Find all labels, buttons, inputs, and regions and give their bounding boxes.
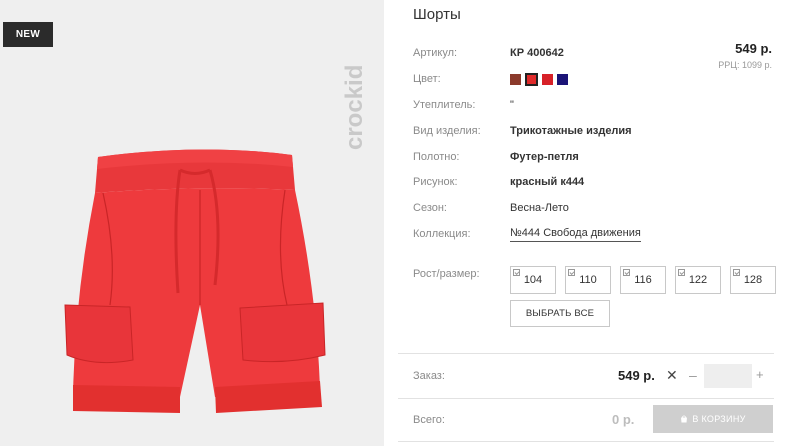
order-price: 549 р. [618,368,655,383]
product-price: 549 р. [735,41,772,56]
attr-pattern: Рисунок: красный к444 [413,174,584,190]
add-to-cart-label: В КОРЗИНУ [692,414,746,424]
attr-label: Полотно: [413,151,460,163]
attr-label: Рисунок: [413,176,458,188]
color-swatch-navy[interactable] [557,73,568,85]
size-label: 104 [523,274,543,286]
collection-link[interactable]: №444 Свобода движения [510,227,641,242]
size-checkbox[interactable] [678,269,685,276]
recommended-retail-price: РРЦ: 1099 р. [718,60,772,70]
sizes-row: Рост/размер: [413,266,510,282]
size-option-104[interactable]: 104 [510,266,556,294]
increase-quantity-button[interactable]: + [756,367,764,382]
attr-value: " [510,99,514,111]
attr-label: Артикул: [413,47,458,59]
attr-insulation: Утеплитель: " [413,97,514,113]
size-label: 128 [743,274,763,286]
attr-label: Сезон: [413,202,447,214]
size-label: 122 [688,274,708,286]
attr-color: Цвет: [413,71,568,87]
divider [398,441,774,442]
size-checkbox[interactable] [513,269,520,276]
size-options: 104 110 116 122 128 [510,266,776,294]
brand-logo-text: crockid [341,65,368,150]
size-checkbox[interactable] [623,269,630,276]
attr-fabric: Полотно: Футер-петля [413,149,579,165]
attr-value: Трикотажные изделия [510,125,632,137]
attr-article: Артикул: КР 400642 [413,45,564,61]
attr-value: КР 400642 [510,47,564,59]
size-label: 110 [579,274,597,286]
size-checkbox[interactable] [733,269,740,276]
product-photo: NEW crockid [0,0,384,446]
sizes-label: Рост/размер: [413,268,480,280]
size-checkbox[interactable] [568,269,575,276]
attr-collection: Коллекция: №444 Свобода движения [413,226,641,242]
order-label: Заказ: [413,370,445,382]
attr-label: Утеплитель: [413,99,476,111]
select-all-button[interactable]: ВЫБРАТЬ ВСЕ [510,300,610,327]
attr-label: Цвет: [413,73,441,85]
attr-label: Вид изделия: [413,125,481,137]
total-value: 0 р. [612,412,635,427]
color-swatch-red[interactable] [542,73,553,85]
attr-label: Коллекция: [413,228,471,240]
new-badge: NEW [3,22,53,47]
total-label: Всего: [413,414,445,426]
divider [398,398,774,399]
attr-value: красный к444 [510,176,585,188]
add-to-cart-button[interactable]: В КОРЗИНУ [653,405,773,433]
color-swatches [510,72,568,86]
shopping-bag-icon [681,415,688,423]
size-option-116[interactable]: 116 [620,266,666,294]
color-swatch-brown[interactable] [510,73,521,85]
attr-value: Футер-петля [510,151,579,163]
divider [398,353,774,354]
size-option-110[interactable]: 110 [565,266,611,294]
multiply-icon: ✕ [666,367,678,383]
size-option-128[interactable]: 128 [730,266,776,294]
color-swatch-red-selected[interactable] [525,72,538,86]
shorts-image [64,149,326,413]
attr-product-type: Вид изделия: Трикотажные изделия [413,123,632,139]
attr-season: Сезон: Весна-Лето [413,200,569,216]
size-label: 116 [634,274,652,286]
product-title: Шорты [413,6,461,23]
brand-logo: crockid [341,65,368,150]
attr-value: Весна-Лето [510,202,569,214]
size-option-122[interactable]: 122 [675,266,721,294]
decrease-quantity-button[interactable]: – [689,367,697,383]
quantity-input[interactable] [704,364,752,388]
